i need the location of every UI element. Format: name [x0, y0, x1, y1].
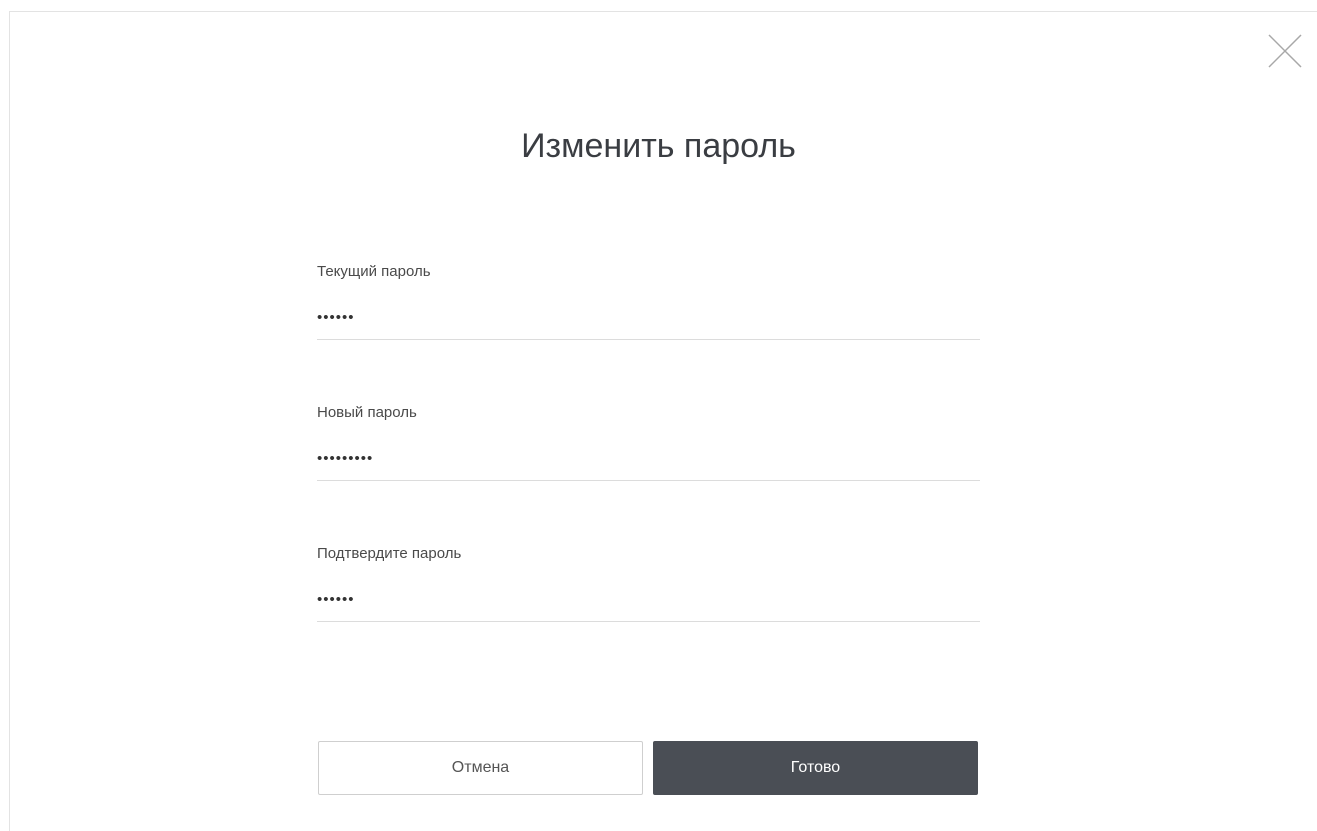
new-password-input[interactable]	[317, 444, 980, 481]
close-icon	[1268, 34, 1302, 68]
current-password-label: Текущий пароль	[317, 263, 431, 280]
dialog-title: Изменить пароль	[521, 127, 796, 165]
confirm-password-label: Подтвердите пароль	[317, 545, 462, 562]
confirm-password-input[interactable]	[317, 585, 980, 622]
new-password-label: Новый пароль	[317, 404, 417, 421]
new-password-field: Новый пароль	[317, 403, 980, 481]
current-password-field: Текущий пароль	[317, 262, 980, 340]
page: Изменить пароль Текущий пароль Новый пар…	[0, 0, 1317, 831]
cancel-button[interactable]: Отмена	[318, 741, 643, 795]
done-button[interactable]: Готово	[653, 741, 978, 795]
confirm-password-field: Подтвердите пароль	[317, 544, 980, 622]
current-password-input[interactable]	[317, 303, 980, 340]
close-button[interactable]	[1267, 33, 1303, 69]
